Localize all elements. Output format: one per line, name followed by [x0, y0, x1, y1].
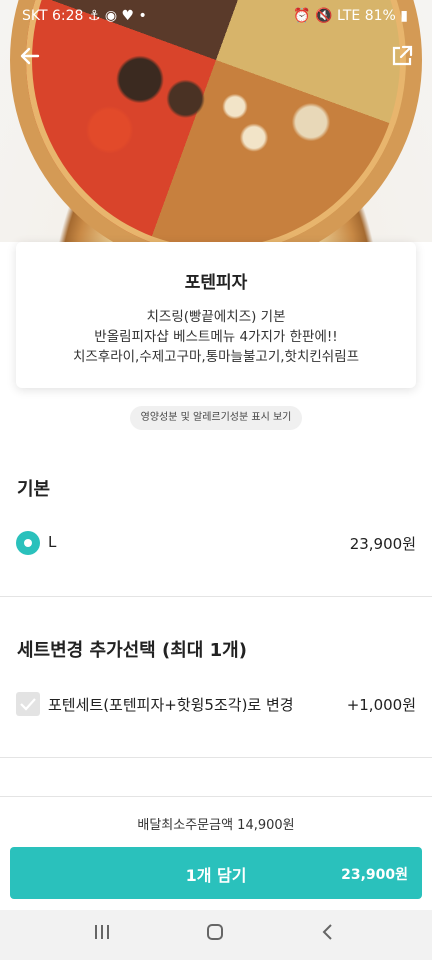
pizza-image — [10, 0, 422, 242]
home-button[interactable] — [205, 922, 225, 948]
divider — [0, 796, 432, 797]
share-external-icon — [392, 45, 413, 66]
recent-apps-icon — [95, 925, 109, 939]
size-option-row[interactable]: L 23,900원 — [0, 524, 432, 564]
set-section-title: 세트변경 추가선택 (최대 1개) — [17, 640, 247, 661]
set-option-price: +1,000원 — [346, 696, 416, 714]
set-option-label: 포텐세트(포텐피자+핫윙5조각)로 변경 — [48, 696, 294, 714]
status-left: SKT 6:28 ⚓ ◉ ♥ • — [22, 8, 147, 24]
set-option-row[interactable]: 포텐세트(포텐피자+핫윙5조각)로 변경 +1,000원 — [0, 685, 432, 725]
basic-section-title: 기본 — [17, 479, 51, 500]
desc-line: 치즈후라이,수제고구마,통마늘불고기,핫치킨쉬림프 — [72, 349, 360, 365]
back-nav-button[interactable] — [318, 922, 338, 948]
home-icon — [207, 924, 223, 940]
chevron-left-icon — [322, 924, 332, 940]
radio-selected-icon[interactable] — [16, 531, 40, 555]
size-option-price: 23,900원 — [349, 535, 416, 553]
size-option-label: L — [48, 533, 57, 551]
system-nav-bar — [0, 910, 432, 960]
product-description: 치즈링(빵끝에치즈) 기본 반올림피자샵 베스트메뉴 4가지가 한판에!! 치즈… — [16, 307, 416, 367]
status-bar: SKT 6:28 ⚓ ◉ ♥ • ⏰ 🔇 LTE 81% ▮ — [0, 0, 432, 32]
min-order-text: 배달최소주문금액 14,900원 — [137, 818, 295, 833]
checkbox[interactable] — [16, 692, 40, 716]
status-right: ⏰ 🔇 LTE 81% ▮ — [293, 8, 408, 24]
checkmark-icon — [20, 698, 36, 711]
share-button[interactable] — [390, 44, 414, 73]
product-name: 포텐피자 — [184, 273, 248, 293]
product-card: 포텐피자 치즈링(빵끝에치즈) 기본 반올림피자샵 베스트메뉴 4가지가 한판에… — [16, 242, 416, 388]
desc-line: 반올림피자샵 베스트메뉴 4가지가 한판에!! — [94, 329, 338, 345]
desc-line: 치즈링(빵끝에치즈) 기본 — [146, 309, 286, 325]
back-button[interactable] — [18, 44, 42, 73]
product-image — [0, 0, 432, 242]
divider — [0, 596, 432, 597]
divider — [0, 757, 432, 758]
nutrition-info-button[interactable]: 영양성분 및 알레르기성분 표시 보기 — [130, 406, 302, 430]
recent-apps-button[interactable] — [92, 922, 112, 948]
add-to-cart-button[interactable]: 1개 담기 23,900원 — [10, 847, 422, 899]
arrow-left-icon — [20, 47, 40, 65]
cart-button-price: 23,900원 — [341, 867, 408, 883]
